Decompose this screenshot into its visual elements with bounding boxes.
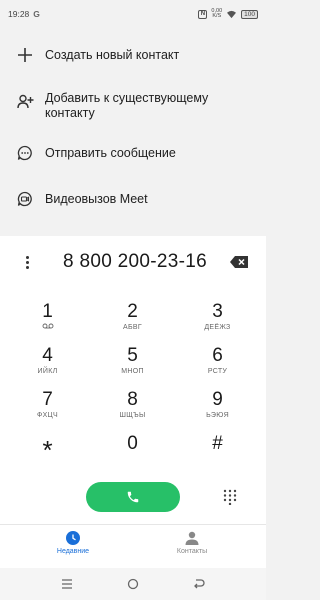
key-digit: # <box>212 433 223 454</box>
dialpad-icon[interactable] <box>222 489 238 505</box>
key-8[interactable]: 8 ШЩЪЫ <box>90 389 175 433</box>
key-5[interactable]: 5 МНОП <box>90 345 175 389</box>
key-digit: * <box>42 435 53 465</box>
key-digit: 8 <box>127 389 138 410</box>
bottom-tabs: Недавние Контакты <box>0 524 266 568</box>
call-button[interactable] <box>86 482 180 512</box>
person-icon <box>185 531 199 545</box>
meet-video-call-item[interactable]: Видеовызов Meet <box>0 182 266 228</box>
number-row: 8 800 200-23-16 <box>0 246 266 278</box>
system-nav-bar <box>0 568 266 600</box>
plus-icon <box>16 46 34 64</box>
key-letters: ИЙКЛ <box>37 368 58 375</box>
battery-icon: 100 <box>241 9 258 19</box>
key-star[interactable]: * <box>5 433 90 477</box>
key-9[interactable]: 9 ЬЭЮЯ <box>175 389 260 433</box>
home-icon[interactable] <box>126 577 140 591</box>
status-left: 19:28 G <box>8 9 40 19</box>
tab-contacts-label: Контакты <box>176 548 208 555</box>
tab-recent[interactable]: Недавние <box>33 531 113 557</box>
key-digit: 7 <box>42 389 53 410</box>
key-4[interactable]: 4 ИЙКЛ <box>5 345 90 389</box>
key-letters: ШЩЪЫ <box>119 412 146 419</box>
key-hash[interactable]: # <box>175 433 260 477</box>
meet-video-icon <box>16 190 34 208</box>
clock-icon <box>66 531 80 545</box>
backspace-icon[interactable] <box>229 254 249 270</box>
call-row <box>0 482 266 514</box>
key-letters: ЬЭЮЯ <box>206 412 229 419</box>
key-digit: 1 <box>42 301 53 322</box>
key-digit: 0 <box>127 433 138 454</box>
key-digit: 9 <box>212 389 223 410</box>
key-digit: 6 <box>212 345 223 366</box>
status-right: N 0,00 K/S 100 <box>198 8 258 20</box>
send-message-label: Отправить сообщение <box>45 146 176 160</box>
send-message-item[interactable]: Отправить сообщение <box>0 136 266 182</box>
key-digit: 5 <box>127 345 138 366</box>
menu-icon[interactable] <box>60 577 74 591</box>
network-speed-unit: K/S <box>212 13 222 19</box>
key-digit: 2 <box>127 301 138 322</box>
google-icon: G <box>33 9 40 19</box>
key-0[interactable]: 0 <box>90 433 175 477</box>
create-contact-item[interactable]: Создать новый контакт <box>0 38 266 84</box>
add-to-existing-contact-label: Добавить к существующему контакту <box>45 91 209 120</box>
more-options-icon[interactable] <box>20 253 34 271</box>
key-2[interactable]: 2 АБВГ <box>90 301 175 345</box>
add-to-existing-contact-item[interactable]: Добавить к существующему контакту <box>0 84 266 136</box>
key-1[interactable]: 1 <box>5 301 90 345</box>
back-icon[interactable] <box>192 577 206 591</box>
keypad: 1 2 АБВГ 3 ДЕЁЖЗ 4 ИЙКЛ 5 МНОП 6 РСТУ 7 … <box>0 301 266 477</box>
wifi-icon <box>227 10 237 18</box>
tab-recent-label: Недавние <box>56 548 90 555</box>
nfc-icon: N <box>198 9 208 19</box>
meet-video-call-label: Видеовызов Meet <box>45 192 148 206</box>
dialer-panel: 8 800 200-23-16 1 2 АБВГ 3 ДЕЁЖЗ 4 ИЙКЛ <box>0 236 266 524</box>
key-3[interactable]: 3 ДЕЁЖЗ <box>175 301 260 345</box>
key-7[interactable]: 7 ФХЦЧ <box>5 389 90 433</box>
tab-contacts[interactable]: Контакты <box>152 531 232 557</box>
contact-actions-menu: Создать новый контакт Добавить к существ… <box>0 38 266 228</box>
message-icon <box>16 144 34 162</box>
status-time: 19:28 <box>8 9 30 19</box>
dialed-number: 8 800 200-23-16 <box>63 251 207 272</box>
key-digit: 3 <box>212 301 223 322</box>
phone-icon <box>127 491 139 503</box>
key-digit: 4 <box>42 345 53 366</box>
key-letters: ФХЦЧ <box>36 412 59 419</box>
add-person-icon <box>16 92 34 110</box>
voicemail-icon <box>42 323 53 329</box>
key-letters: АБВГ <box>123 324 142 331</box>
create-contact-label: Создать новый контакт <box>45 48 180 62</box>
network-speed: 0,00 K/S <box>211 8 222 20</box>
key-letters: РСТУ <box>207 368 228 375</box>
status-bar: 19:28 G N 0,00 K/S 100 <box>0 0 266 28</box>
key-letters: МНОП <box>121 368 144 375</box>
key-6[interactable]: 6 РСТУ <box>175 345 260 389</box>
key-letters: ДЕЁЖЗ <box>204 324 231 331</box>
